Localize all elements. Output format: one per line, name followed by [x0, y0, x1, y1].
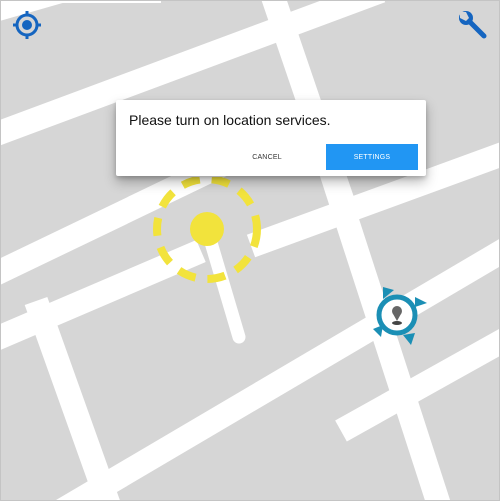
destination-marker[interactable] — [369, 285, 429, 347]
user-location-marker[interactable] — [149, 177, 265, 345]
locate-button[interactable] — [11, 9, 43, 41]
settings-button[interactable]: SETTINGS — [326, 144, 418, 170]
road — [24, 296, 120, 500]
wrench-icon — [459, 11, 487, 39]
crosshair-location-icon — [13, 11, 41, 39]
user-location-marker-icon — [153, 177, 261, 344]
settings-tool-button[interactable] — [457, 9, 489, 41]
map-view[interactable] — [0, 0, 500, 501]
location-services-dialog: Please turn on location services. CANCEL… — [116, 100, 426, 176]
cancel-button[interactable]: CANCEL — [234, 144, 300, 170]
destination-pin-icon — [373, 287, 427, 345]
dialog-message: Please turn on location services. — [129, 112, 331, 128]
